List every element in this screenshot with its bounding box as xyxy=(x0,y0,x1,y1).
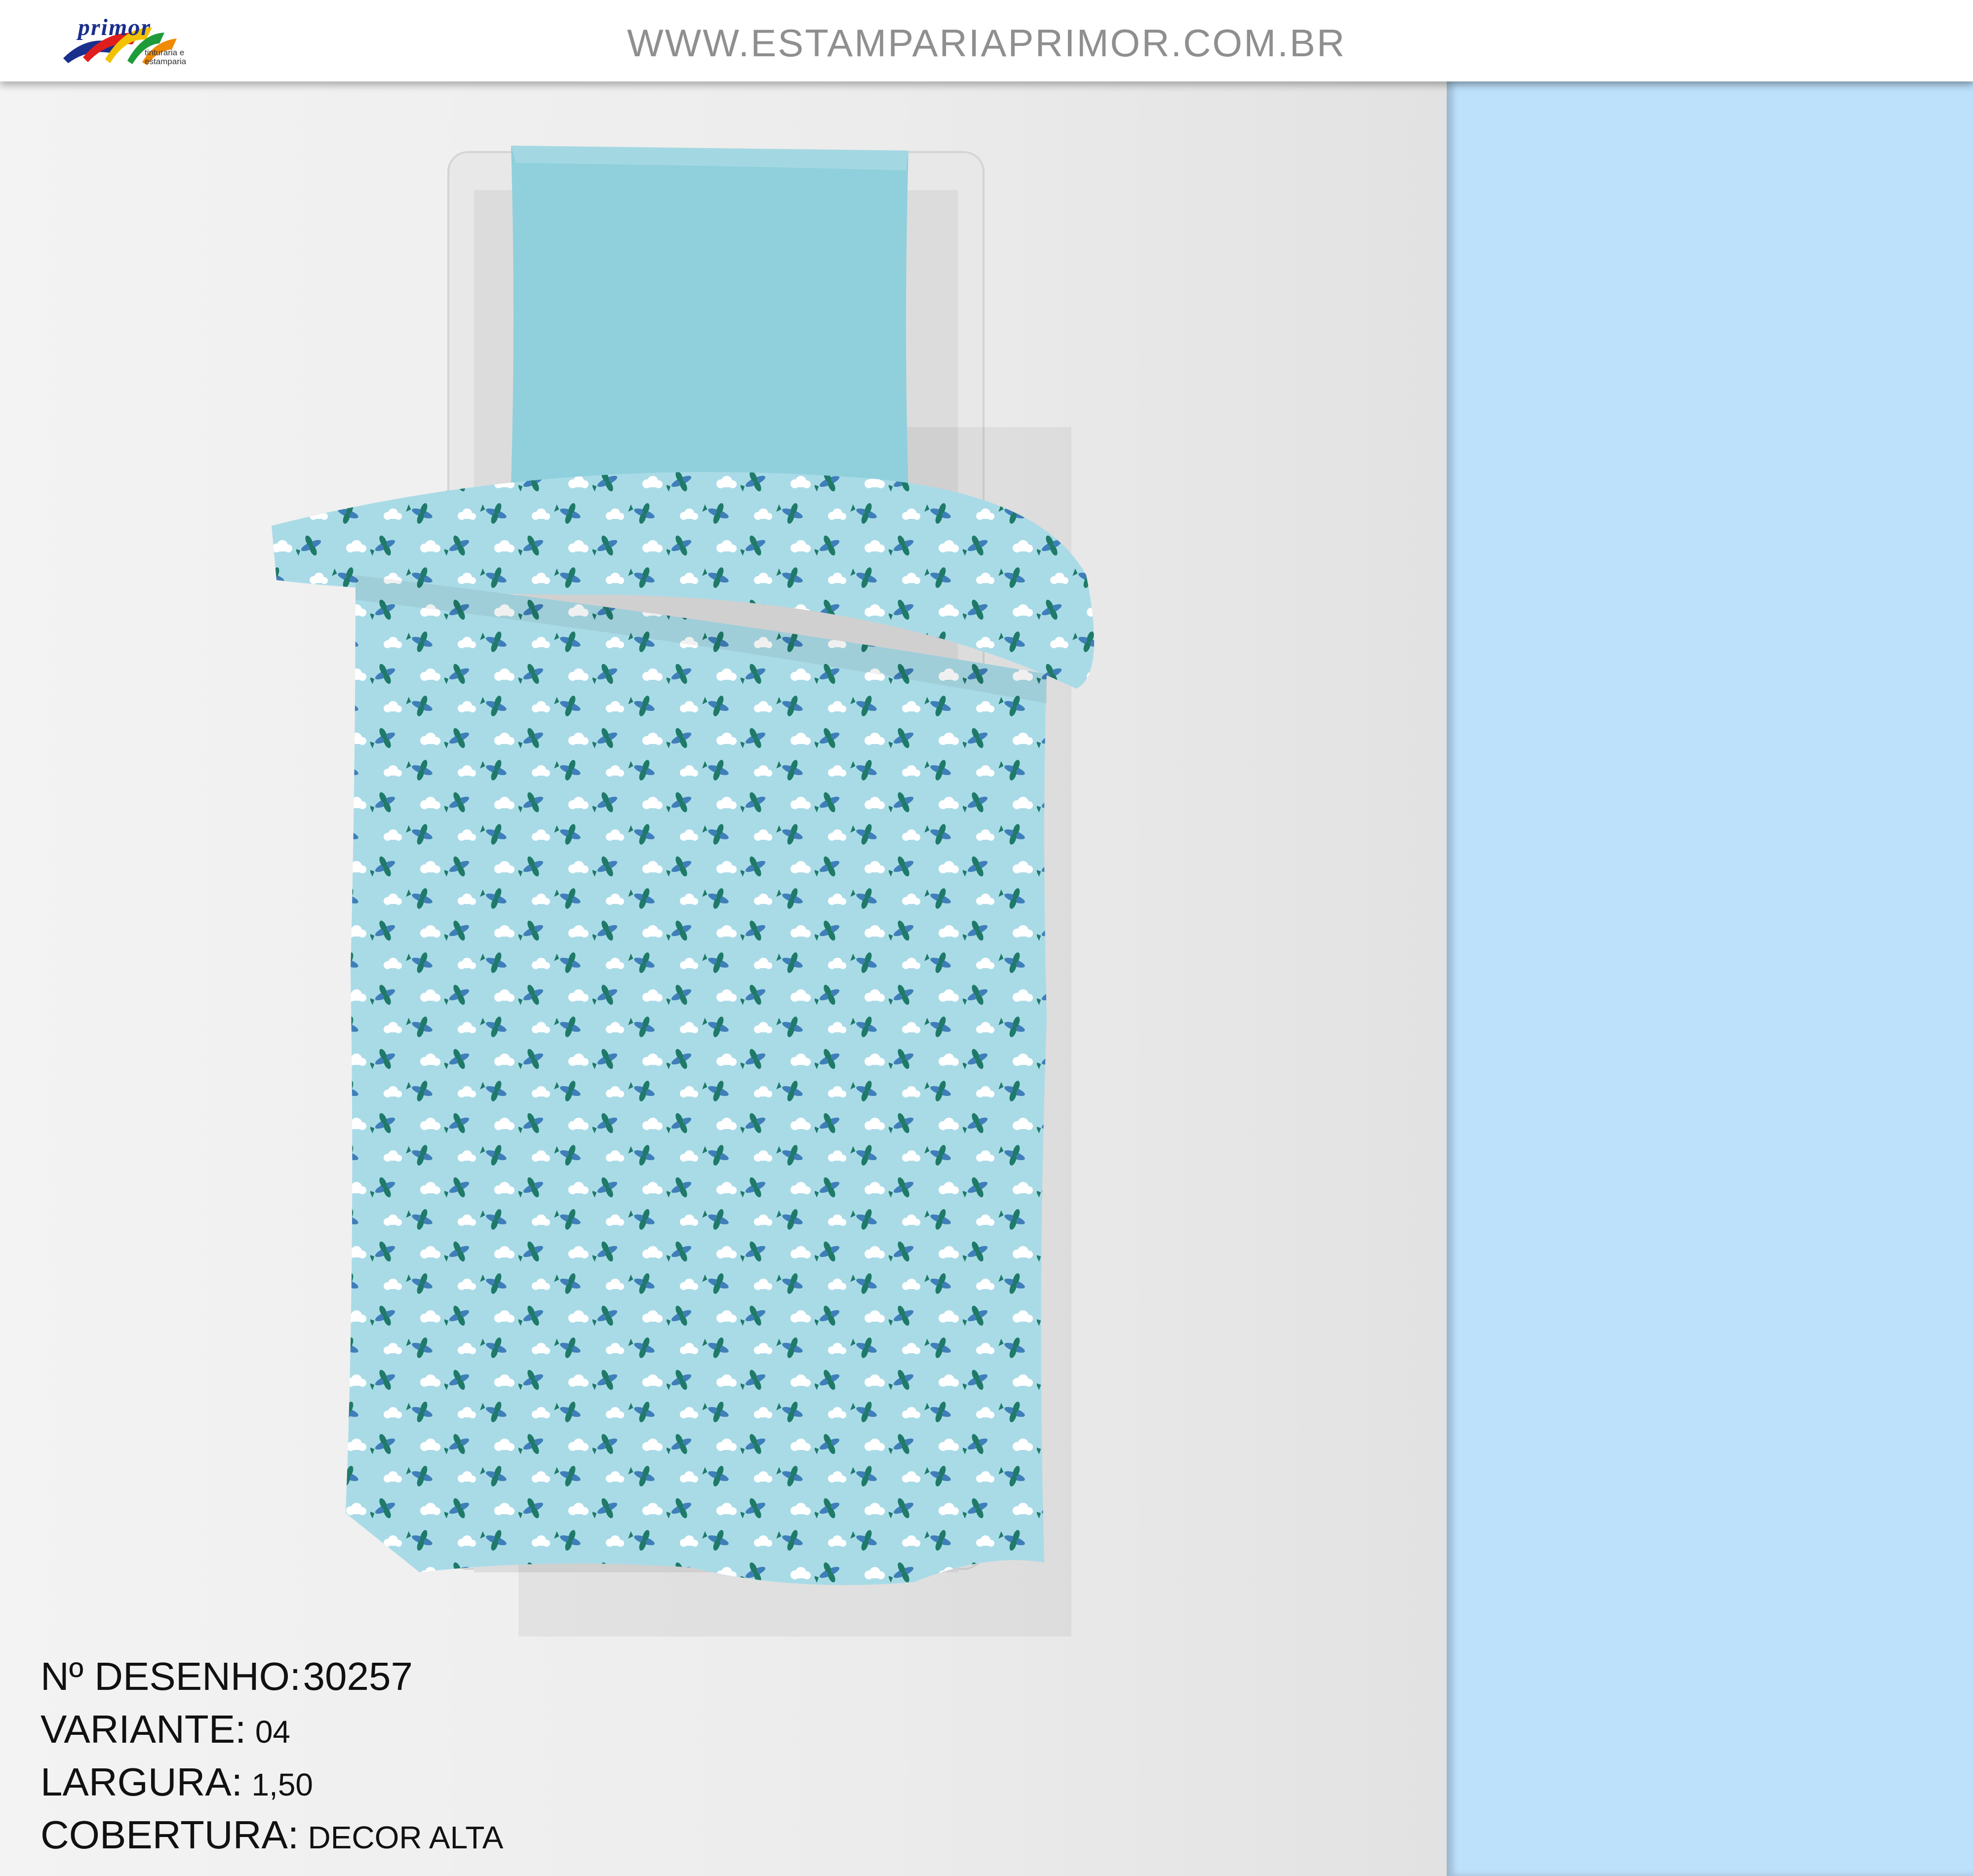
fabric-pattern-swatch xyxy=(1447,81,1973,1876)
bed-illustration xyxy=(272,146,1094,1637)
site-url[interactable]: WWW.ESTAMPARIAPRIMOR.COM.BR xyxy=(627,21,1346,66)
coverage-value: DECOR ALTA xyxy=(308,1820,504,1855)
info-width: LARGURA: 1,50 xyxy=(40,1759,503,1812)
variant-label: VARIANTE: xyxy=(40,1707,246,1751)
logo-tagline: tinturaria e estamparia xyxy=(145,48,186,66)
info-variant: VARIANTE: 04 xyxy=(40,1707,503,1759)
pattern-svg xyxy=(1447,81,1973,1876)
design-number-value: 30257 xyxy=(303,1654,413,1698)
logo-wordmark: primor xyxy=(78,14,152,40)
design-info: Nº DESENHO: 30257 VARIANTE: 04 LARGURA: … xyxy=(40,1654,503,1865)
info-coverage: COBERTURA: DECOR ALTA xyxy=(40,1812,503,1865)
design-number-label: Nº DESENHO: xyxy=(40,1654,301,1698)
logo-tagline-line1: tinturaria e xyxy=(145,48,185,57)
bed-mockup xyxy=(0,81,1447,1876)
info-design-number: Nº DESENHO: 30257 xyxy=(40,1654,503,1707)
coverage-label: COBERTURA: xyxy=(40,1813,299,1857)
logo-tagline-line2: estamparia xyxy=(145,57,187,66)
brand-logo[interactable]: primor tinturaria e estamparia xyxy=(58,14,197,72)
variant-value: 04 xyxy=(255,1714,291,1750)
width-label: LARGURA: xyxy=(40,1760,242,1804)
page-header: primor tinturaria e estamparia WWW.ESTAM… xyxy=(0,0,1973,81)
width-value: 1,50 xyxy=(251,1767,313,1802)
